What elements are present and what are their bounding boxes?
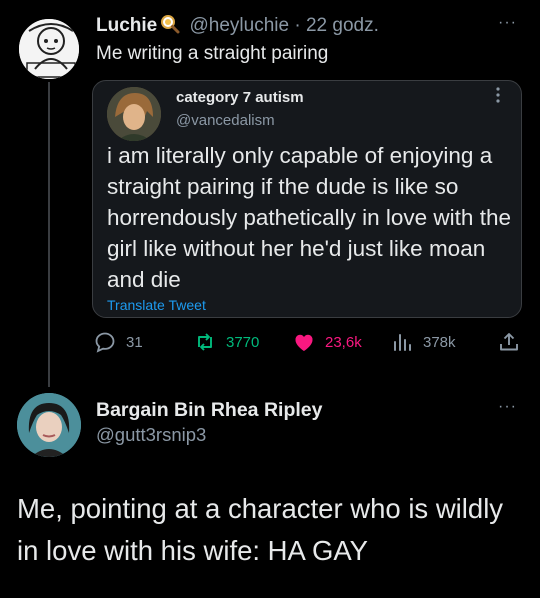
magnifier-badge-icon <box>160 14 180 40</box>
tweet-header: Luchie @heyluchie · 22 godz. <box>96 14 379 40</box>
like-count: 23,6k <box>325 333 362 351</box>
tweet-text: Me, pointing at a character who is wildl… <box>17 493 504 566</box>
heart-icon <box>292 330 316 354</box>
quoted-tweet[interactable]: category 7 autism @vancedalism i am lite… <box>92 80 522 318</box>
quoted-avatar[interactable] <box>107 87 161 141</box>
author-handle[interactable]: @heyluchie <box>190 15 290 36</box>
share-icon <box>497 330 521 354</box>
more-options-icon[interactable]: ··· <box>498 14 517 32</box>
retweet-count: 3770 <box>226 333 260 351</box>
like-button[interactable]: 23,6k <box>292 330 362 354</box>
avatar[interactable] <box>17 17 81 81</box>
vertical-more-icon[interactable] <box>495 87 501 103</box>
author-name[interactable]: Bargain Bin Rhea Ripley <box>96 399 322 422</box>
author-name[interactable]: Luchie <box>96 15 157 36</box>
quoted-author-name[interactable]: category 7 autism <box>176 89 304 106</box>
reply-count: 31 <box>126 333 143 351</box>
timestamp[interactable]: 22 godz. <box>306 15 379 36</box>
avatar[interactable] <box>17 393 81 457</box>
views-button[interactable]: 378k <box>390 330 456 354</box>
retweet-button[interactable]: 3770 <box>193 330 259 354</box>
author-handle[interactable]: @gutt3rsnip3 <box>96 424 206 446</box>
quoted-author-handle[interactable]: @vancedalism <box>176 112 275 129</box>
reply-icon <box>93 330 117 354</box>
reply-button[interactable]: 31 <box>93 330 143 354</box>
tweet-text: Me writing a straight pairing <box>96 43 329 64</box>
thread-line <box>48 82 50 387</box>
views-chart-icon <box>390 330 414 354</box>
retweet-icon <box>193 330 217 354</box>
share-button[interactable] <box>497 330 521 354</box>
action-bar: 31 3770 23,6k 378k <box>93 330 523 354</box>
translate-tweet-link[interactable]: Translate Tweet <box>107 297 206 313</box>
more-options-icon[interactable]: ··· <box>498 398 517 416</box>
views-count: 378k <box>423 333 456 351</box>
quoted-tweet-text: i am literally only capable of enjoying … <box>107 143 511 292</box>
separator: · <box>294 15 301 36</box>
